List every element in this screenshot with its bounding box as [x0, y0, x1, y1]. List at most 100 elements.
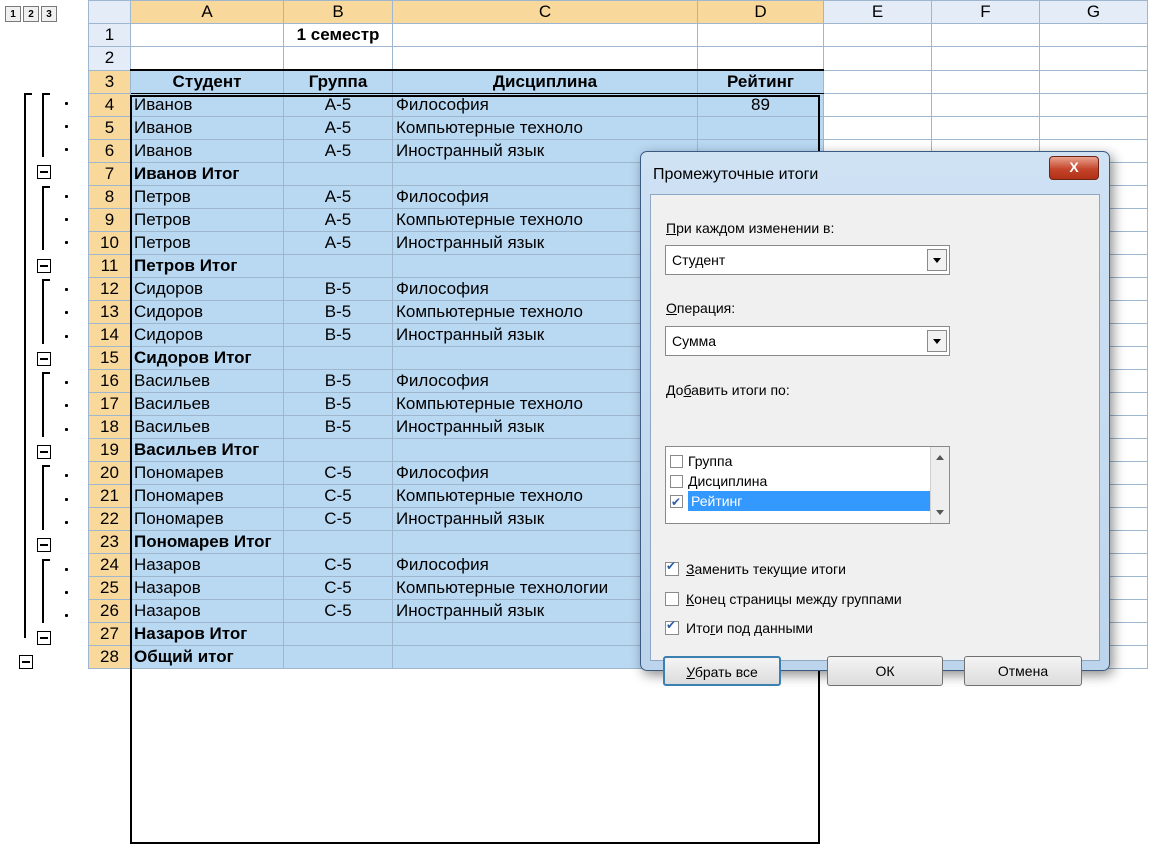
row-header[interactable]: 22	[88, 507, 131, 531]
cell-empty[interactable]	[823, 116, 932, 140]
cell-empty[interactable]	[823, 23, 932, 47]
cell-a[interactable]: Студент	[130, 69, 284, 94]
cell-c[interactable]	[392, 46, 698, 71]
cell-b[interactable]: В-5	[283, 392, 393, 416]
row-header[interactable]: 13	[88, 300, 131, 324]
scroll-down-icon[interactable]	[936, 510, 944, 515]
cell-b[interactable]: С-5	[283, 461, 393, 485]
row-header[interactable]: 6	[88, 139, 131, 163]
cell-b[interactable]	[283, 162, 393, 186]
cell-b[interactable]	[283, 438, 393, 462]
column-header-d[interactable]: D	[697, 0, 824, 24]
summary-below-data-checkbox[interactable]: Итоги под данными	[665, 618, 813, 638]
row-header[interactable]: 15	[88, 346, 131, 370]
row-header[interactable]: 24	[88, 553, 131, 577]
cell-b[interactable]: В-5	[283, 369, 393, 393]
listbox-scrollbar[interactable]	[930, 447, 949, 523]
outline-level-3-button[interactable]: 3	[41, 6, 57, 22]
cell-b[interactable]	[283, 346, 393, 370]
collapse-button[interactable]	[37, 445, 51, 460]
column-header-a[interactable]: A	[130, 0, 284, 24]
cell-c[interactable]: Философия	[392, 93, 698, 117]
row-header[interactable]: 27	[88, 622, 131, 646]
collapse-button[interactable]	[37, 258, 51, 273]
collapse-button[interactable]	[37, 351, 51, 366]
cell-empty[interactable]	[823, 46, 932, 71]
cell-b[interactable]: В-5	[283, 300, 393, 324]
chevron-down-icon[interactable]	[927, 330, 947, 352]
cell-a[interactable]: Иванов Итог	[130, 162, 284, 186]
cell-d[interactable]: Рейтинг	[697, 69, 824, 94]
checkbox-box[interactable]	[665, 559, 679, 576]
row-header[interactable]: 12	[88, 277, 131, 301]
row-header[interactable]: 10	[88, 231, 131, 255]
cancel-button[interactable]: Отмена	[964, 656, 1082, 686]
cell-a[interactable]: Сидоров	[130, 277, 284, 301]
cell-b[interactable]: А-5	[283, 116, 393, 140]
add-totals-listbox[interactable]: Группа Дисциплина Рейтинг	[665, 446, 950, 524]
cell-b[interactable]	[283, 622, 393, 646]
cell-a[interactable]: Васильев	[130, 392, 284, 416]
column-header-g[interactable]: G	[1039, 0, 1148, 24]
column-header-c[interactable]: C	[392, 0, 698, 24]
row-header[interactable]: 14	[88, 323, 131, 347]
cell-b[interactable]: А-5	[283, 139, 393, 163]
cell-b[interactable]: А-5	[283, 93, 393, 117]
cell-empty[interactable]	[823, 69, 932, 94]
row-header[interactable]: 20	[88, 461, 131, 485]
cell-a[interactable]: Пономарев	[130, 484, 284, 508]
row-header[interactable]: 11	[88, 254, 131, 278]
cell-a[interactable]: Васильев Итог	[130, 438, 284, 462]
cell-empty[interactable]	[931, 93, 1040, 117]
cell-b[interactable]: А-5	[283, 208, 393, 232]
cell-b[interactable]: 1 семестр	[283, 23, 393, 47]
cell-b[interactable]: Группа	[283, 69, 393, 94]
cell-a[interactable]: Иванов	[130, 116, 284, 140]
column-header-e[interactable]: E	[823, 0, 932, 24]
row-header[interactable]: 26	[88, 599, 131, 623]
select-all-corner[interactable]	[88, 0, 131, 24]
cell-b[interactable]	[283, 530, 393, 554]
discipline-checkbox[interactable]	[670, 474, 683, 488]
cell-b[interactable]: С-5	[283, 576, 393, 600]
checkbox-box[interactable]	[665, 618, 679, 635]
cell-empty[interactable]	[1039, 116, 1148, 140]
list-item-rating[interactable]: Рейтинг	[670, 491, 940, 512]
cell-empty[interactable]	[931, 23, 1040, 47]
row-header[interactable]: 18	[88, 415, 131, 439]
cell-a[interactable]: Назаров	[130, 576, 284, 600]
cell-empty[interactable]	[823, 93, 932, 117]
cell-a[interactable]: Общий итог	[130, 645, 284, 669]
cell-a[interactable]: Сидоров Итог	[130, 346, 284, 370]
cell-b[interactable]: С-5	[283, 553, 393, 577]
operation-select[interactable]: Сумма	[665, 326, 950, 356]
outline-level-2-button[interactable]: 2	[23, 6, 39, 22]
cell-a[interactable]: Иванов	[130, 139, 284, 163]
row-header[interactable]: 1	[88, 23, 131, 47]
cell-a[interactable]: Петров	[130, 185, 284, 209]
column-header-f[interactable]: F	[931, 0, 1040, 24]
cell-a[interactable]: Пономарев Итог	[130, 530, 284, 554]
row-header[interactable]: 19	[88, 438, 131, 462]
row-header[interactable]: 7	[88, 162, 131, 186]
ok-button[interactable]: ОК	[827, 656, 943, 686]
row-header[interactable]: 25	[88, 576, 131, 600]
row-header[interactable]: 5	[88, 116, 131, 140]
collapse-button[interactable]	[19, 654, 33, 669]
scroll-up-icon[interactable]	[936, 455, 944, 460]
cell-b[interactable]: В-5	[283, 415, 393, 439]
group-checkbox[interactable]	[670, 454, 683, 468]
cell-a[interactable]: Васильев	[130, 415, 284, 439]
group-by-select[interactable]: Студент	[665, 245, 950, 275]
cell-empty[interactable]	[931, 116, 1040, 140]
row-header[interactable]: 21	[88, 484, 131, 508]
cell-b[interactable]	[283, 645, 393, 669]
collapse-button[interactable]	[37, 631, 51, 646]
cell-b[interactable]	[283, 254, 393, 278]
cell-c[interactable]: Дисциплина	[392, 69, 698, 94]
cell-a[interactable]: Васильев	[130, 369, 284, 393]
cell-b[interactable]: С-5	[283, 599, 393, 623]
row-header[interactable]: 9	[88, 208, 131, 232]
cell-b[interactable]: С-5	[283, 484, 393, 508]
cell-a[interactable]: Петров	[130, 208, 284, 232]
